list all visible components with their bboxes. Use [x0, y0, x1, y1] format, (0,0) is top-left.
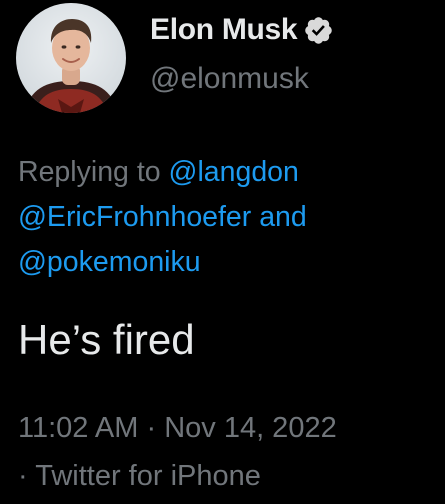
tweet-date: Nov 14, 2022	[164, 412, 337, 444]
tweet-source-line: · Twitter for iPhone	[18, 452, 438, 500]
mention-link-langdon[interactable]: @langdon	[169, 156, 299, 188]
tweet-text: He’s fired	[18, 316, 195, 363]
tweet-source-link[interactable]: Twitter for iPhone	[35, 460, 261, 492]
meta-separator: ·	[146, 412, 157, 444]
meta-separator: ·	[18, 460, 28, 492]
author-block: Elon Musk @elonmusk	[150, 12, 440, 96]
author-handle[interactable]: @elonmusk	[150, 62, 440, 96]
tweet-timestamp[interactable]: 11:02 AM · Nov 14, 2022	[18, 404, 438, 452]
author-name-row: Elon Musk	[150, 12, 440, 48]
avatar[interactable]	[16, 3, 126, 113]
verified-badge-icon	[303, 15, 334, 46]
tweet-meta: 11:02 AM · Nov 14, 2022 · Twitter for iP…	[18, 404, 438, 500]
tweet: Elon Musk @elonmusk Replying to @langdon…	[0, 0, 445, 504]
mention-link-ericfrohnhoefer[interactable]: @EricFrohnhoefer	[18, 201, 251, 233]
mention-link-pokemoniku[interactable]: @pokemoniku	[18, 246, 201, 278]
reply-context: Replying to @langdon @EricFrohnhoefer an…	[18, 150, 438, 285]
reply-conjunction: and	[259, 201, 307, 233]
tweet-time: 11:02 AM	[18, 412, 139, 444]
author-display-name[interactable]: Elon Musk	[150, 13, 298, 47]
reply-prefix: Replying to	[18, 156, 161, 188]
profile-photo-icon	[16, 3, 126, 113]
